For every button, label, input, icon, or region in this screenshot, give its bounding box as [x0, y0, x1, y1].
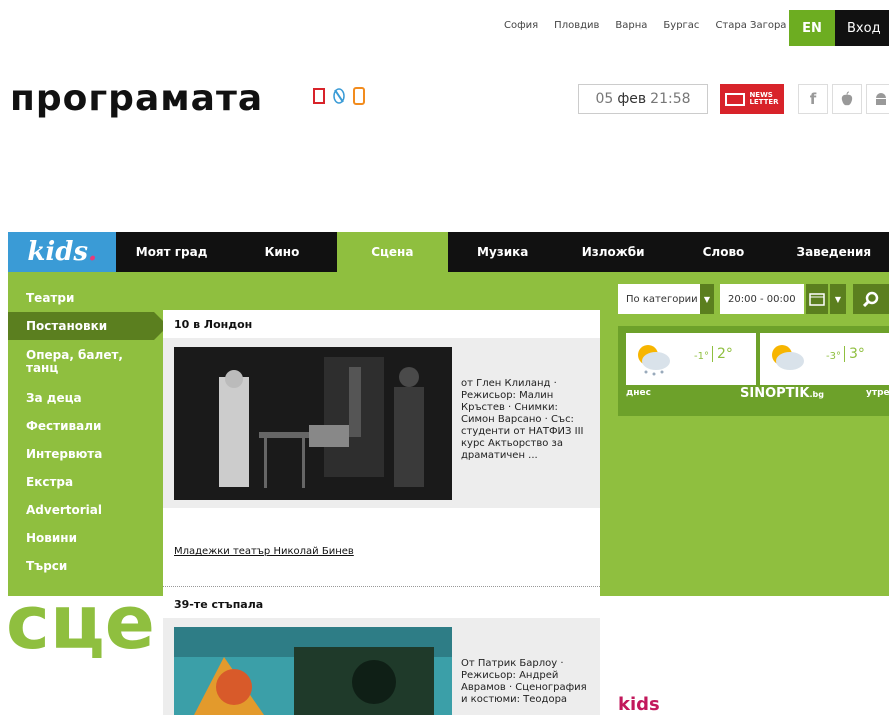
today-label: днес — [626, 388, 651, 398]
chevron-down-icon[interactable]: ▼ — [830, 284, 846, 314]
nav-my-city[interactable]: Моят град — [116, 232, 226, 272]
city-selector: София Пловдив Варна Бургас Стара Загора — [504, 20, 786, 31]
cloudy-snow-icon — [638, 345, 670, 376]
weather-widget[interactable]: -1° 2° -3° 3° днес SINOPTIK.bg утре — [618, 326, 889, 416]
calendar-icon — [809, 293, 825, 306]
facebook-icon[interactable]: f — [798, 84, 828, 114]
apple-icon[interactable] — [832, 84, 862, 114]
category-value: По категории — [626, 293, 698, 305]
time-range-input[interactable]: 20:00 - 00:00 — [720, 284, 804, 314]
date-display: 05 фев 21:58 — [578, 84, 708, 114]
login-button[interactable]: Вход — [835, 10, 889, 46]
nav-kids[interactable]: kids. — [8, 232, 117, 272]
venue-link[interactable]: Младежки театър Николай Бинев — [174, 546, 354, 557]
newsletter-button[interactable]: NEWS LETTER — [720, 84, 784, 114]
nav-cinema[interactable]: Кино — [227, 232, 337, 272]
time-range-value: 20:00 - 00:00 — [728, 293, 796, 305]
sidebar-item-productions[interactable]: Постановки — [8, 312, 168, 340]
divider — [163, 586, 600, 587]
city-stara-zagora[interactable]: Стара Загора — [715, 20, 786, 31]
book-icon — [311, 86, 327, 106]
android-icon[interactable] — [866, 84, 889, 114]
newsletter-line2: LETTER — [749, 98, 779, 106]
phone-icon — [351, 86, 367, 106]
city-burgas[interactable]: Бургас — [663, 20, 699, 31]
article-description: от Глен Клиланд · Режисьор: Малин Кръсте… — [461, 378, 584, 461]
kids-dot: . — [88, 237, 98, 267]
nav-exhibitions[interactable]: Изложби — [558, 232, 668, 272]
site-logo[interactable]: програмата — [10, 78, 263, 119]
partly-cloudy-icon — [772, 345, 804, 370]
tomorrow-low: -3° — [826, 351, 841, 362]
sidebar-item-interviews[interactable]: Интервюта — [8, 440, 163, 468]
sidebar-item-festivals[interactable]: Фестивали — [8, 412, 163, 440]
nav-stage[interactable]: Сцена — [337, 232, 448, 272]
city-varna[interactable]: Варна — [615, 20, 647, 31]
sidebar-item-kids[interactable]: За деца — [8, 384, 163, 412]
chevron-down-icon: ▼ — [700, 284, 714, 314]
category-select[interactable]: По категории ▼ — [618, 284, 714, 314]
article-card: от Глен Клиланд · Режисьор: Малин Кръсте… — [163, 338, 600, 508]
date-day: 05 — [595, 91, 614, 107]
city-sofia[interactable]: София — [504, 20, 538, 31]
articles-list: 10 в Лондон от Глен Клиланд · Режисьор: … — [163, 310, 600, 715]
sidebar-item-search[interactable]: Търси — [8, 552, 163, 580]
article-title[interactable]: 10 в Лондон — [163, 310, 600, 338]
sidebar-item-extra[interactable]: Екстра — [8, 468, 163, 496]
nav-venues[interactable]: Заведения — [779, 232, 889, 272]
article-image[interactable] — [174, 627, 452, 715]
logo-icons — [311, 86, 367, 106]
today-low: -1° — [694, 351, 709, 362]
sinoptik-suffix: .bg — [809, 390, 824, 399]
social-links: f — [798, 84, 889, 114]
city-plovdiv[interactable]: Пловдив — [554, 20, 599, 31]
article-card: От Патрик Барлоу · Режисьор: Андрей Авра… — [163, 618, 600, 715]
article-title[interactable]: 39-те стъпала — [163, 590, 600, 618]
language-button[interactable]: EN — [789, 10, 835, 46]
article-image[interactable] — [174, 347, 452, 500]
nav-music[interactable]: Музика — [448, 232, 558, 272]
nav-word[interactable]: Слово — [668, 232, 778, 272]
section-watermark: сце — [6, 580, 155, 666]
sidebar-item-theatres[interactable]: Театри — [8, 284, 163, 312]
tomorrow-label: утре — [866, 388, 889, 398]
envelope-icon — [725, 92, 746, 106]
sinoptik-logo: SINOPTIK.bg — [740, 386, 824, 401]
sidebar: Театри Постановки Опера, балет, танц За … — [8, 272, 168, 580]
date-month: фев — [617, 91, 647, 107]
search-button[interactable] — [853, 284, 889, 314]
main-nav: kids. Моят град Кино Сцена Музика Изложб… — [8, 232, 889, 272]
sidebar-item-news[interactable]: Новини — [8, 524, 163, 552]
sidebar-item-opera[interactable]: Опера, балет, танц — [8, 340, 163, 384]
date-time: 21:58 — [650, 91, 691, 107]
weather-tomorrow: -3° 3° — [760, 333, 889, 385]
sidebar-item-advertorial[interactable]: Advertorial — [8, 496, 163, 524]
article-description: От Патрик Барлоу · Режисьор: Андрей Авра… — [461, 658, 587, 705]
mouse-icon — [331, 86, 347, 106]
today-high: 2° — [712, 346, 733, 362]
kids-label: kids — [27, 237, 89, 267]
weather-today: -1° 2° — [626, 333, 756, 385]
sinoptik-brand: SINOPTIK — [740, 386, 810, 401]
search-icon — [863, 291, 879, 307]
tomorrow-high: 3° — [844, 346, 865, 362]
kids-heading: kids — [618, 694, 660, 715]
calendar-button[interactable] — [806, 284, 828, 314]
